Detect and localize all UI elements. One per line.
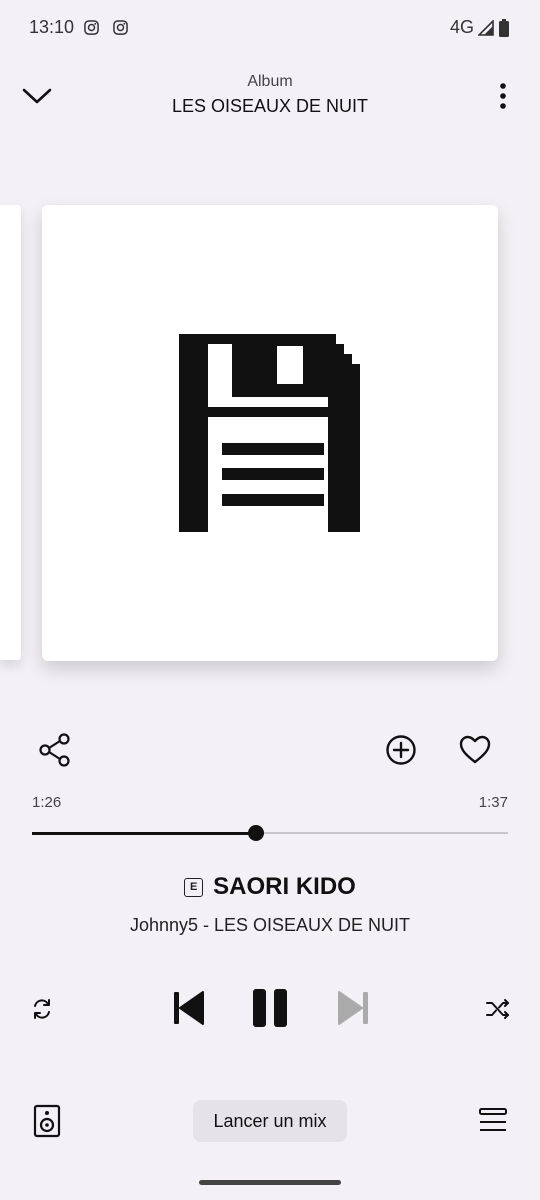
track-subtitle[interactable]: Johnny5 - LES OISEAUX DE NUIT <box>0 915 540 936</box>
network-label: 4G <box>449 17 474 37</box>
add-circle-icon[interactable] <box>382 731 420 769</box>
shuffle-icon[interactable] <box>485 996 511 1022</box>
album-artwork[interactable] <box>42 205 498 661</box>
heart-icon[interactable] <box>456 731 494 769</box>
repeat-icon[interactable] <box>29 996 55 1022</box>
gesture-nav-handle[interactable] <box>199 1180 341 1185</box>
track-title-row: E SAORI KIDO <box>0 873 540 901</box>
progress-thumb[interactable] <box>247 825 264 841</box>
instagram-icon <box>84 20 99 35</box>
header-label: Album <box>247 73 293 90</box>
pause-icon[interactable] <box>250 987 290 1029</box>
more-vertical-icon[interactable] <box>493 80 513 112</box>
queue-icon[interactable] <box>477 1106 509 1136</box>
elapsed-time: 1:26 <box>32 794 62 811</box>
total-time: 1:37 <box>478 794 508 811</box>
instagram-icon <box>113 20 128 35</box>
battery-icon <box>499 18 509 37</box>
skip-previous-icon[interactable] <box>172 989 206 1027</box>
progress-slider[interactable] <box>32 825 508 841</box>
floppy-disk-icon <box>179 334 360 532</box>
explicit-badge: E <box>184 877 204 897</box>
skip-next-icon[interactable] <box>336 989 370 1027</box>
track-title[interactable]: SAORI KIDO <box>213 873 356 901</box>
status-time: 13:10 <box>29 17 75 37</box>
header-title[interactable]: LES OISEAUX DE NUIT <box>0 96 540 117</box>
previous-artwork[interactable] <box>0 205 21 660</box>
speaker-icon[interactable] <box>33 1104 61 1138</box>
start-mix-button[interactable]: Lancer un mix <box>193 1100 347 1142</box>
status-indicators: 4G <box>450 17 510 38</box>
signal-icon <box>478 19 494 36</box>
progress-fill <box>32 831 256 835</box>
share-icon[interactable] <box>36 731 74 769</box>
